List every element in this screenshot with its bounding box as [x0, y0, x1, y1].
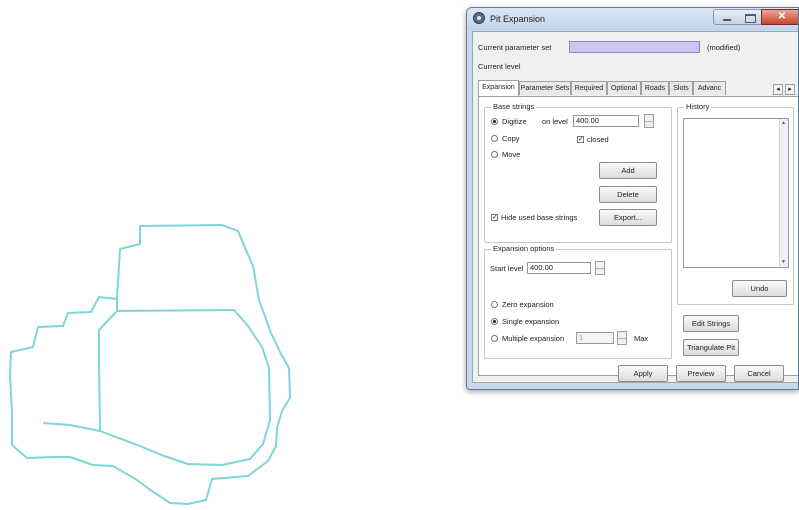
base-strings-group: Base strings Digitize Copy Move on level…	[484, 102, 672, 243]
tab-slots[interactable]: Slots	[669, 81, 693, 95]
digitize-label: Digitize	[502, 117, 527, 126]
window-title: Pit Expansion	[490, 14, 546, 24]
expansion-options-title: Expansion options	[491, 244, 557, 253]
start-level-spinner[interactable]	[595, 261, 605, 275]
hide-used-checkbox[interactable]: ✓	[491, 214, 498, 221]
pit-expansion-window: Pit Expansion ✕ Current parameter set (m…	[466, 7, 799, 390]
pit-outline-drawing	[9, 224, 291, 505]
multiple-expansion-radio[interactable]	[491, 335, 498, 342]
history-group: History ▲ ▼ Undo	[677, 102, 794, 305]
base-strings-title: Base strings	[491, 102, 537, 111]
drawing-canvas[interactable]	[0, 0, 460, 510]
zero-expansion-radio[interactable]	[491, 301, 498, 308]
start-level-label: Start level	[490, 264, 524, 273]
copy-radio[interactable]	[491, 135, 498, 142]
on-level-input[interactable]: 400.00	[573, 115, 639, 127]
move-radio[interactable]	[491, 151, 498, 158]
checkmark-icon: ✓	[492, 214, 498, 221]
export-button[interactable]: Export...	[599, 209, 657, 226]
multiple-expansion-input[interactable]: 1	[576, 332, 614, 344]
cancel-button[interactable]: Cancel	[734, 365, 784, 382]
current-parameter-set-label: Current parameter set	[478, 43, 552, 52]
scroll-up-icon[interactable]: ▲	[781, 121, 786, 126]
current-level-label: Current level	[478, 62, 521, 71]
tab-parameter-sets[interactable]: Parameter Sets	[519, 81, 571, 95]
current-parameter-set-field[interactable]	[569, 41, 700, 53]
tab-expansion[interactable]: Expansion	[478, 80, 519, 96]
on-level-label: on level	[542, 117, 568, 126]
preview-button[interactable]: Preview	[676, 365, 726, 382]
checkmark-icon: ✓	[578, 136, 584, 143]
delete-button[interactable]: Delete	[599, 186, 657, 203]
maximize-button[interactable]	[738, 9, 762, 25]
tab-advanced[interactable]: Advanc	[693, 81, 726, 95]
history-scrollbar[interactable]: ▲ ▼	[779, 119, 788, 267]
apply-button[interactable]: Apply	[618, 365, 668, 382]
tab-scroll-left-button[interactable]: ◂	[773, 84, 783, 95]
tab-roads[interactable]: Roads	[641, 81, 669, 95]
pit-inner-outline	[98, 299, 271, 466]
close-button[interactable]: ✕	[761, 9, 798, 25]
chevron-left-icon: ◂	[776, 86, 780, 93]
history-list[interactable]: ▲ ▼	[683, 118, 789, 268]
move-label: Move	[502, 150, 521, 159]
multiple-expansion-label: Multiple expansion	[502, 334, 565, 343]
dialog-client: Current parameter set (modified) Current…	[472, 31, 798, 383]
edit-strings-button[interactable]: Edit Strings	[683, 315, 739, 332]
expansion-options-group: Expansion options Start level 400.00 Zer…	[484, 244, 672, 359]
close-icon: ✕	[777, 11, 787, 22]
tab-scroll-right-button[interactable]: ▸	[785, 84, 795, 95]
multiple-expansion-spinner[interactable]	[617, 331, 627, 345]
zero-expansion-label: Zero expansion	[502, 300, 554, 309]
tab-optional[interactable]: Optional	[607, 81, 641, 95]
add-button[interactable]: Add	[599, 162, 657, 179]
closed-checkbox[interactable]: ✓	[577, 136, 584, 143]
pit-expansion-icon	[473, 12, 485, 24]
on-level-spinner[interactable]	[644, 114, 654, 128]
triangulate-pit-button[interactable]: Triangulate Pit	[683, 339, 739, 356]
history-title: History	[684, 102, 712, 111]
minimize-button[interactable]	[713, 9, 739, 25]
hide-used-label: Hide used base strings	[501, 213, 578, 222]
digitize-radio[interactable]	[491, 118, 498, 125]
expansion-tab-panel: Base strings Digitize Copy Move on level…	[478, 96, 798, 376]
chevron-right-icon: ▸	[788, 86, 792, 93]
copy-label: Copy	[502, 134, 520, 143]
single-expansion-label: Single expansion	[502, 317, 560, 326]
start-level-input[interactable]: 400.00	[527, 262, 591, 274]
tab-required[interactable]: Required	[571, 81, 607, 95]
undo-button[interactable]: Undo	[732, 280, 787, 297]
closed-label: closed	[587, 135, 609, 144]
pit-inner-step	[42, 422, 101, 432]
title-bar[interactable]: Pit Expansion ✕	[467, 8, 798, 30]
scroll-down-icon[interactable]: ▼	[781, 260, 786, 265]
modified-label: (modified)	[707, 43, 741, 52]
pit-outer-outline	[9, 224, 291, 505]
single-expansion-radio[interactable]	[491, 318, 498, 325]
max-label: Max	[634, 334, 649, 343]
